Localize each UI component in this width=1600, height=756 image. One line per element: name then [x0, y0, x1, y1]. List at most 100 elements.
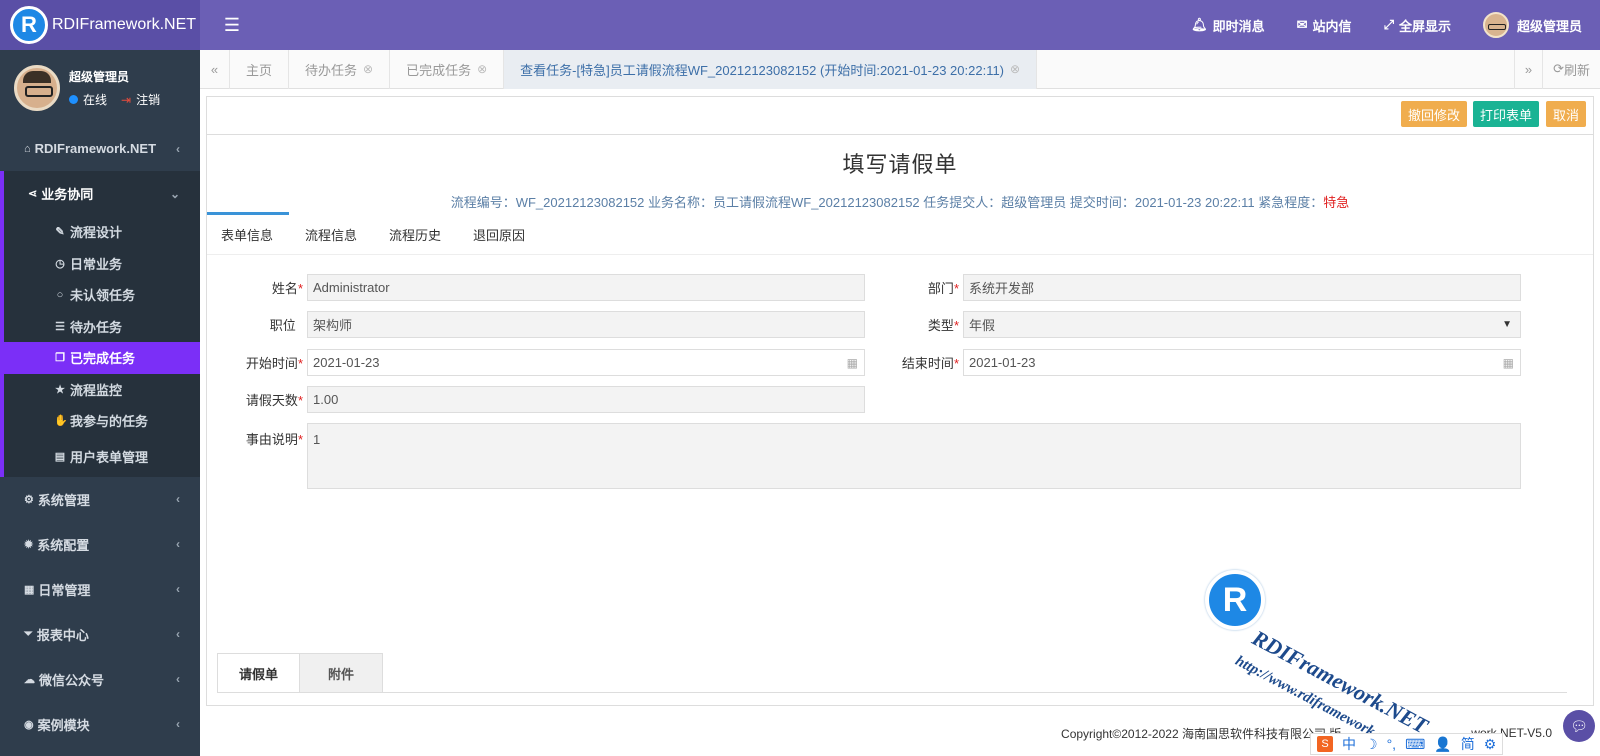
field-type-row: 类型* 年假 ▼	[863, 311, 1521, 338]
brand[interactable]: R RDIFramework.NET	[0, 0, 200, 50]
field-label: 请假天数*	[245, 393, 303, 408]
gear-icon[interactable]: ⚙	[1484, 736, 1497, 753]
chevron-left-icon: ‹	[176, 537, 180, 551]
withdraw-button[interactable]: 撤回修改	[1401, 101, 1468, 127]
refresh-label: 刷新	[1563, 62, 1590, 78]
field-label: 类型*	[927, 318, 959, 333]
sidebar-item-reports[interactable]: ⏷ 报表中心 ‹	[0, 612, 200, 657]
calendar-icon[interactable]: ▦	[847, 356, 858, 370]
sidebar-item-collab[interactable]: ⋖ 业务协同 ⌄	[4, 171, 200, 216]
dept-field[interactable]: 系统开发部	[963, 274, 1521, 301]
sidebar-item-label: 案例模块	[37, 717, 90, 733]
chevron-down-icon: ▼	[1502, 319, 1512, 330]
start-date-value: 2021-01-23	[313, 355, 380, 370]
sidebar-item-label: 流程监控	[70, 382, 123, 398]
field-days-row: 请假天数* 1.00	[207, 386, 865, 413]
bell-icon: 🔔︎	[1191, 17, 1208, 32]
bottom-tabs: 请假单 附件	[217, 653, 1567, 693]
close-icon[interactable]: ⊗	[477, 62, 487, 76]
start-date-field[interactable]: 2021-01-23 ▦	[307, 349, 865, 376]
sidebar-item-daily-manage[interactable]: ▦ 日常管理 ‹	[0, 567, 200, 612]
user-icon[interactable]: 👤	[1434, 736, 1451, 753]
sidebar-item-cases[interactable]: ◉ 案例模块 ‹	[0, 702, 200, 747]
sidebar-item-label: 流程设计	[70, 225, 123, 241]
print-form-button[interactable]: 打印表单	[1473, 101, 1540, 127]
position-field[interactable]: 架构师	[307, 311, 865, 338]
tab-leave-form[interactable]: 请假单	[217, 653, 300, 693]
copyright-text: Copyright©2012-2022 海南国思软件科技有限公司 版	[1061, 726, 1342, 741]
ime-logo-icon: S	[1317, 736, 1333, 752]
sidebar-item-system-manage[interactable]: ⚙ 系统管理 ‹	[0, 477, 200, 522]
sidebar-subitem-monitor[interactable]: ★ 流程监控	[4, 374, 200, 406]
sidebar-item-wechat[interactable]: ☁ 微信公众号 ‹	[0, 657, 200, 702]
chevron-left-icon: ‹	[176, 717, 180, 731]
tab-label: 待办任务	[305, 62, 358, 78]
tabs-scroll-left-icon[interactable]: «	[200, 49, 230, 89]
sidebar-item-label: 报表中心	[36, 627, 89, 643]
days-field[interactable]: 1.00	[307, 386, 865, 413]
instant-message-button[interactable]: 🔔︎ 即时消息	[1191, 16, 1265, 35]
tab-home[interactable]: 主页	[230, 49, 290, 89]
field-label: 事由说明*	[245, 432, 303, 447]
type-select[interactable]: 年假 ▼	[963, 311, 1521, 338]
avatar	[1482, 12, 1509, 38]
tab-flow-history[interactable]: 流程历史	[375, 225, 457, 254]
mail-button[interactable]: ✉ 站内信	[1297, 16, 1352, 35]
chat-bubble-icon[interactable]: 💬︎	[1563, 710, 1595, 742]
sidebar-subitem-completed[interactable]: ❐ 已完成任务	[0, 342, 200, 374]
tab-label: 已完成任务	[406, 62, 472, 78]
sidebar-subitem-daily-business[interactable]: ◷ 日常业务	[4, 248, 200, 280]
ime-lang[interactable]: 中	[1342, 734, 1356, 754]
online-status-icon	[69, 95, 78, 104]
calendar-icon[interactable]: ▦	[1503, 356, 1514, 370]
fullscreen-label: 全屏显示	[1398, 18, 1451, 34]
ime-simplified[interactable]: 简	[1461, 734, 1475, 754]
tab-todo[interactable]: 待办任务 ⊗	[289, 49, 391, 89]
tab-form-info[interactable]: 表单信息	[207, 212, 290, 254]
refresh-button[interactable]: ⟳ 刷新	[1542, 49, 1600, 89]
tab-completed[interactable]: 已完成任务 ⊗	[390, 49, 505, 89]
brand-logo: R	[10, 6, 48, 44]
user-menu[interactable]: 超级管理员	[1482, 12, 1582, 38]
tab-label: 主页	[246, 62, 273, 78]
punctuation-icon[interactable]: °,	[1387, 736, 1397, 752]
logout-link[interactable]: 注销	[136, 91, 160, 108]
form-title: 填写请假单	[842, 152, 958, 177]
sidebar-subitem-participated[interactable]: ✋ 我参与的任务	[4, 405, 200, 437]
wechat-icon: ☁	[24, 673, 35, 686]
keyboard-icon[interactable]: ⌨	[1405, 736, 1425, 753]
sidebar-subitem-unclaimed[interactable]: ○ 未认领任务	[4, 279, 200, 311]
sidebar-item-label: 日常业务	[70, 256, 123, 272]
end-date-field[interactable]: 2021-01-23 ▦	[963, 349, 1521, 376]
close-icon[interactable]: ⊗	[1010, 62, 1020, 76]
field-position-row: 职位 架构师	[207, 311, 865, 338]
name-field[interactable]: Administrator	[307, 274, 865, 301]
tab-view-task[interactable]: 查看任务-[特急]员工请假流程WF_20212123082152 (开始时间:2…	[504, 49, 1038, 89]
tab-attachment[interactable]: 附件	[300, 653, 383, 693]
field-label: 开始时间*	[245, 356, 303, 371]
close-icon[interactable]: ⊗	[363, 62, 373, 76]
sidebar-subitem-user-forms[interactable]: ▤ 用户表单管理	[4, 437, 200, 477]
cancel-button[interactable]: 取消	[1546, 101, 1587, 127]
sidebar-subitem-flow-design[interactable]: ✎ 流程设计	[4, 216, 200, 248]
menu-toggle-icon[interactable]: ☰	[212, 15, 252, 36]
sidebar-item-label: RDIFramework.NET	[34, 141, 157, 156]
sidebar-item-rdiframework[interactable]: ⌂ RDIFramework.NET ‹	[0, 126, 200, 171]
cogs-icon: ⚙	[24, 493, 34, 506]
sidebar: 超级管理员 在线 ⇥ 注销 ⌂ RDIFramework.NET ‹ ⋖ 业务协…	[0, 50, 200, 756]
moon-icon[interactable]: ☽	[1365, 736, 1378, 753]
reason-textarea[interactable]: 1	[307, 423, 1521, 489]
field-start-row: 开始时间* 2021-01-23 ▦	[207, 349, 865, 376]
list-icon: ☰	[55, 320, 65, 333]
sidebar-subitem-todo[interactable]: ☰ 待办任务	[4, 311, 200, 343]
logout-icon[interactable]: ⇥	[121, 93, 131, 107]
tab-return-reason[interactable]: 退回原因	[459, 225, 541, 254]
sidebar-item-system-config[interactable]: ✹ 系统配置 ‹	[0, 522, 200, 567]
ime-toolbar[interactable]: S 中 ☽ °, ⌨ 👤 简 ⚙	[1310, 733, 1504, 755]
instant-message-label: 即时消息	[1212, 18, 1265, 34]
fullscreen-button[interactable]: ⤢ 全屏显示	[1384, 16, 1451, 35]
page-tabs-bar: « 主页 待办任务 ⊗ 已完成任务 ⊗ 查看任务-[特急]员工请假流程WF_2021…	[200, 49, 1600, 89]
tab-flow-info[interactable]: 流程信息	[291, 225, 373, 254]
top-header: R RDIFramework.NET ☰ 🔔︎ 即时消息 ✉ 站内信 ⤢ 全屏显…	[0, 0, 1600, 50]
tabs-scroll-right-icon[interactable]: »	[1513, 49, 1542, 89]
